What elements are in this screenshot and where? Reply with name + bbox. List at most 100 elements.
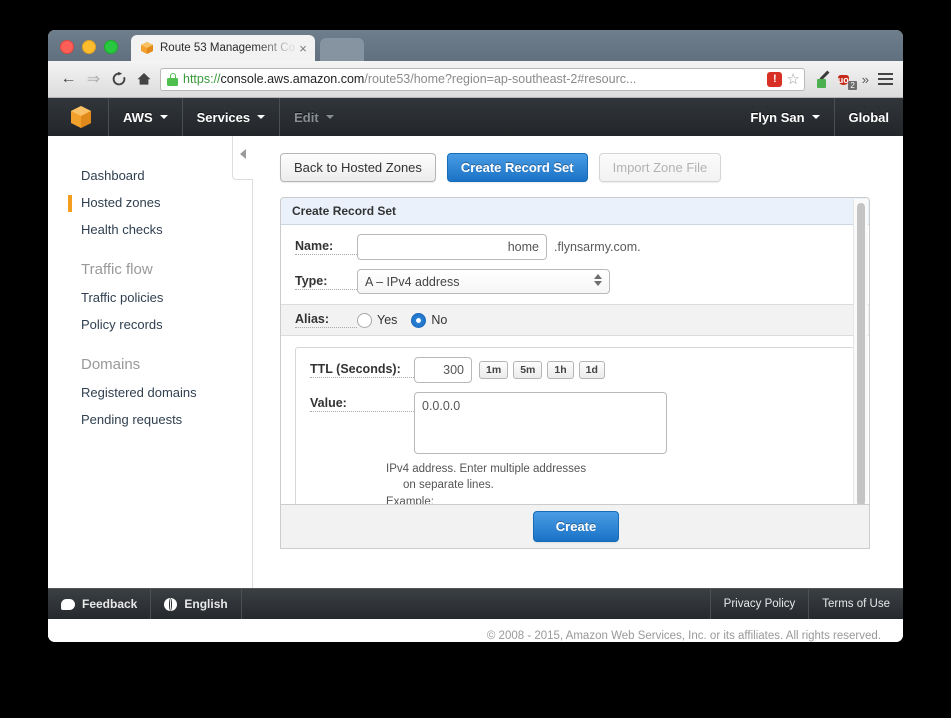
copyright-text: © 2008 - 2015, Amazon Web Services, Inc.… [48, 619, 903, 642]
nav-item-services[interactable]: Services [183, 98, 280, 136]
help-line-1: IPv4 address. Enter multiple addresses [386, 463, 587, 475]
type-row: Type: A – IPv4 address [281, 260, 869, 294]
ttl-label: TTL (Seconds): [310, 362, 414, 378]
alias-yes-radio[interactable] [357, 312, 372, 328]
name-row: Name: .flynsarmy.com. [281, 225, 869, 260]
aws-cube-icon [140, 41, 154, 55]
address-bar[interactable]: https://console.aws.amazon.com/route53/h… [160, 67, 805, 91]
record-type-value: A – IPv4 address [365, 274, 460, 289]
back-to-hosted-zones-button[interactable]: Back to Hosted Zones [280, 153, 436, 182]
browser-menu-icon[interactable] [876, 73, 895, 85]
tab-strip: Route 53 Management Con × [48, 30, 903, 61]
warning-icon[interactable]: ! [767, 71, 783, 87]
sidebar-item-health-checks[interactable]: Health checks [48, 216, 252, 243]
import-zone-file-button: Import Zone File [598, 153, 722, 182]
record-value-textarea[interactable]: 0.0.0.0 [414, 392, 667, 454]
ublock-shield-label: uo [837, 75, 849, 85]
aws-top-nav: AWS Services Edit Flyn San Global [48, 98, 903, 136]
chevron-down-icon [811, 115, 820, 119]
sidebar-item-hosted-zones[interactable]: Hosted zones [48, 189, 252, 216]
language-button[interactable]: English [151, 589, 240, 619]
aws-logo-icon[interactable] [70, 105, 92, 129]
value-label: Value: [310, 396, 414, 412]
sidebar-item-registered-domains[interactable]: Registered domains [48, 379, 252, 406]
record-name-input[interactable] [357, 234, 547, 260]
forward-icon[interactable]: ⇒ [81, 67, 106, 91]
help-line-2: on separate lines. [403, 479, 494, 492]
colorzilla-eyedropper-icon[interactable] [815, 70, 831, 88]
globe-icon [164, 597, 178, 611]
nav-item-user[interactable]: Flyn San [736, 98, 833, 136]
nav-item-services-label: Services [196, 109, 251, 125]
value-row: Value: 0.0.0.0 [296, 383, 854, 454]
back-icon[interactable]: ← [56, 67, 81, 91]
create-record-set-button[interactable]: Create Record Set [446, 153, 588, 182]
browser-tab[interactable]: Route 53 Management Con × [131, 35, 315, 61]
maximize-window-button[interactable] [104, 40, 118, 54]
sidebar-item-pending-requests[interactable]: Pending requests [48, 406, 252, 433]
sidebar-item-traffic-policies[interactable]: Traffic policies [48, 284, 252, 311]
nav-item-edit-label: Edit [294, 109, 319, 125]
chevron-left-icon [240, 149, 246, 159]
ttl-preset-1m[interactable]: 1m [479, 360, 509, 380]
extension-icons: uo 2 » [811, 70, 895, 90]
alias-row: Alias: Yes No [281, 304, 869, 336]
url-text: https://console.aws.amazon.com/route53/h… [183, 72, 763, 86]
privacy-policy-link[interactable]: Privacy Policy [711, 589, 809, 619]
panel-action-bar: Create [281, 504, 869, 548]
minimize-window-button[interactable] [82, 40, 96, 54]
nav-item-aws-label: AWS [123, 109, 153, 125]
nav-item-region[interactable]: Global [835, 98, 903, 136]
alias-label: Alias: [295, 312, 357, 328]
nav-item-region-label: Global [848, 109, 889, 125]
lock-icon [167, 72, 178, 86]
nav-item-aws[interactable]: AWS [109, 98, 182, 136]
ublock-badge-count: 2 [848, 81, 857, 90]
footer-divider [240, 589, 242, 619]
stepper-arrows-icon [594, 274, 602, 286]
terms-of-use-link[interactable]: Terms of Use [809, 589, 903, 619]
record-type-select[interactable]: A – IPv4 address [357, 269, 610, 294]
language-label: English [184, 597, 228, 611]
ttl-preset-5m[interactable]: 5m [513, 360, 543, 380]
ttl-preset-1d[interactable]: 1d [578, 360, 605, 380]
url-host: console.aws.amazon.com [220, 72, 365, 86]
panel-scrollbar[interactable] [853, 199, 868, 547]
ublock-origin-icon[interactable]: uo 2 [837, 70, 857, 90]
panel-title: Create Record Set [281, 198, 869, 225]
ttl-preset-1h[interactable]: 1h [547, 360, 574, 380]
aws-footer: Feedback English Privacy Policy Terms of… [48, 588, 903, 619]
reload-icon[interactable] [106, 67, 131, 91]
tab-title: Route 53 Management Con [160, 42, 295, 54]
type-label: Type: [295, 274, 357, 290]
sidebar-item-policy-records[interactable]: Policy records [48, 311, 252, 338]
nav-item-edit[interactable]: Edit [280, 98, 348, 136]
overflow-chevron-icon[interactable]: » [862, 72, 869, 87]
ttl-presets: 1m 5m 1h 1d [479, 360, 605, 380]
url-fade [719, 68, 746, 90]
close-tab-icon[interactable]: × [297, 42, 309, 55]
sidebar-heading-domains: Domains [81, 356, 141, 373]
alias-no-label[interactable]: No [431, 313, 447, 327]
chevron-down-icon [325, 115, 334, 119]
nav-item-user-label: Flyn San [750, 109, 805, 125]
feedback-button[interactable]: Feedback [48, 589, 150, 619]
bookmark-star-icon[interactable]: ☆ [786, 72, 799, 87]
record-toolbar: Back to Hosted Zones Create Record Set I… [280, 153, 903, 182]
sidebar-heading-traffic-flow: Traffic flow [81, 261, 153, 278]
main-content: Back to Hosted Zones Create Record Set I… [253, 136, 903, 588]
url-path: /route53/home?region=ap-southeast-2#reso… [364, 72, 637, 86]
alias-yes-label[interactable]: Yes [377, 313, 397, 327]
ttl-input[interactable] [414, 357, 472, 383]
speech-bubble-icon [61, 598, 75, 610]
close-window-button[interactable] [60, 40, 74, 54]
create-button[interactable]: Create [532, 511, 620, 542]
home-icon[interactable] [131, 67, 156, 91]
panel-scroll-area: Name: .flynsarmy.com. Type: A – IPv4 add… [281, 225, 869, 548]
name-label: Name: [295, 239, 357, 255]
new-tab-button[interactable] [320, 38, 364, 61]
chevron-down-icon [257, 115, 266, 119]
panel-scrollbar-thumb[interactable] [857, 203, 865, 506]
sidebar-item-dashboard[interactable]: Dashboard [48, 162, 252, 189]
alias-no-radio[interactable] [411, 312, 427, 328]
